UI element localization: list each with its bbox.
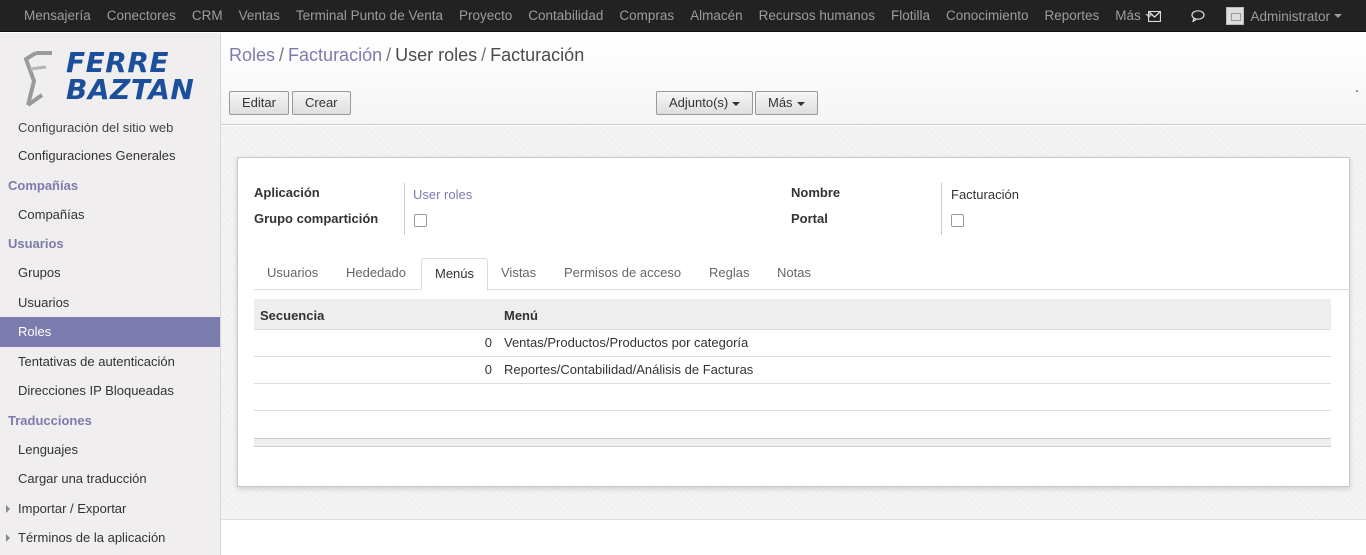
- edit-button[interactable]: Editar: [229, 91, 289, 115]
- breadcrumb-separator: /: [386, 45, 392, 65]
- share-group-checkbox[interactable]: [414, 214, 427, 227]
- menu-ventas[interactable]: Ventas: [231, 0, 288, 32]
- table-header: Secuencia Menú: [254, 299, 1331, 330]
- row-menu: Reportes/Contabilidad/Análisis de Factur…: [504, 362, 754, 377]
- more-button[interactable]: Más: [755, 91, 818, 115]
- breadcrumb: Roles / Facturación / User roles / Facturación: [229, 45, 584, 66]
- menu-pos[interactable]: Terminal Punto de Venta: [288, 0, 451, 32]
- menu-rrhh[interactable]: Recursos humanos: [751, 0, 883, 32]
- tab-reglas[interactable]: Reglas: [696, 258, 762, 290]
- table-row[interactable]: 0 Ventas/Productos/Productos por categor…: [254, 330, 1331, 357]
- tab-menus[interactable]: Menús: [421, 258, 489, 291]
- menu-mensajeria[interactable]: Mensajería: [16, 0, 99, 32]
- sidebar-item-import-export[interactable]: Importar / Exportar: [0, 494, 220, 524]
- sidebar-item-auth-attempts[interactable]: Tentativas de autenticación: [0, 347, 220, 377]
- breadcrumb-separator: /: [481, 45, 487, 65]
- share-group-label: Grupo compartición: [254, 211, 379, 226]
- application-label: Aplicación: [254, 185, 320, 200]
- logo-mark-icon: [24, 51, 52, 107]
- menu-reportes[interactable]: Reportes: [1037, 0, 1108, 32]
- attachments-label: Adjunto(s): [669, 95, 729, 110]
- tab-vistas[interactable]: Vistas: [488, 258, 549, 290]
- menu-conocimiento[interactable]: Conocimiento: [938, 0, 1037, 32]
- portal-label: Portal: [791, 211, 828, 226]
- menus-table: Secuencia Menú 0 Ventas/Productos/Produc…: [254, 299, 1331, 447]
- row-sequence: 0: [484, 362, 492, 377]
- breadcrumb-user-roles: User roles: [395, 45, 478, 65]
- sidebar-header-users[interactable]: Usuarios: [0, 229, 220, 258]
- envelope-icon[interactable]: [1132, 0, 1176, 32]
- top-navbar: Mensajería Conectores CRM Ventas Termina…: [0, 0, 1366, 32]
- table-footer: [254, 438, 1331, 447]
- column-menu[interactable]: Menú: [504, 299, 538, 332]
- chat-icon[interactable]: [1176, 0, 1220, 32]
- pager-placeholder: [1356, 90, 1358, 92]
- sidebar-item-blocked-ips[interactable]: Direcciones IP Bloqueadas: [0, 376, 220, 406]
- tab-hededado[interactable]: Hededado: [333, 258, 419, 290]
- row-menu: Ventas/Productos/Productos por categoría: [504, 335, 749, 350]
- menu-conectores[interactable]: Conectores: [99, 0, 184, 32]
- name-value: Facturación: [951, 187, 1019, 202]
- create-button[interactable]: Crear: [292, 91, 351, 115]
- breadcrumb-facturacion[interactable]: Facturación: [288, 45, 382, 65]
- menu-crm[interactable]: CRM: [184, 0, 231, 32]
- table-row[interactable]: 0 Reportes/Contabilidad/Análisis de Fact…: [254, 357, 1331, 384]
- sidebar-item-languages[interactable]: Lenguajes: [0, 435, 220, 465]
- app-menu: Mensajería Conectores CRM Ventas Termina…: [0, 0, 1161, 32]
- field-divider: [941, 183, 942, 235]
- more-label: Más: [768, 95, 793, 110]
- menu-flotilla[interactable]: Flotilla: [883, 0, 938, 32]
- application-value[interactable]: User roles: [413, 187, 472, 202]
- menu-compras[interactable]: Compras: [611, 0, 682, 32]
- sidebar-item-users[interactable]: Usuarios: [0, 288, 220, 318]
- user-name: Administrator: [1250, 8, 1330, 24]
- sidebar-item-app-terms[interactable]: Términos de la aplicación: [0, 523, 220, 553]
- chevron-down-icon: [732, 101, 741, 106]
- empty-row: [254, 384, 1331, 411]
- sidebar-item-general-settings[interactable]: Configuraciones Generales: [0, 141, 220, 171]
- sidebar-items: Configuraciones Generales Compañías Comp…: [0, 141, 220, 553]
- sidebar-item-load-translation[interactable]: Cargar una traducción: [0, 464, 220, 494]
- form-view: Aplicación User roles Grupo compartición…: [221, 126, 1366, 520]
- breadcrumb-current: Facturación: [490, 45, 585, 65]
- sidebar-item-roles[interactable]: Roles: [0, 317, 220, 347]
- breadcrumb-separator: /: [279, 45, 285, 65]
- attachments-button[interactable]: Adjunto(s): [656, 91, 754, 115]
- logo-text: FERRE BAZTAN: [66, 46, 195, 106]
- portal-checkbox[interactable]: [951, 214, 964, 227]
- menu-almacen[interactable]: Almacén: [682, 0, 751, 32]
- breadcrumb-roles[interactable]: Roles: [229, 45, 275, 65]
- sidebar-item-companies[interactable]: Compañías: [0, 200, 220, 230]
- control-panel: Roles / Facturación / User roles / Facturación…: [221, 33, 1366, 125]
- tab-notas[interactable]: Notas: [764, 258, 824, 290]
- name-label: Nombre: [791, 185, 841, 200]
- company-logo[interactable]: FERRE BAZTAN: [0, 33, 220, 123]
- sidebar-item-groups[interactable]: Grupos: [0, 258, 220, 288]
- form-sheet: Aplicación User roles Grupo compartición…: [237, 157, 1350, 487]
- chevron-down-icon: [796, 101, 805, 106]
- menu-contabilidad[interactable]: Contabilidad: [520, 0, 611, 32]
- logo-line1: FERRE: [66, 46, 170, 79]
- avatar: [1226, 7, 1245, 25]
- column-sequence[interactable]: Secuencia: [260, 299, 324, 332]
- logo-line2: BAZTAN: [66, 73, 195, 106]
- menu-proyecto[interactable]: Proyecto: [451, 0, 520, 32]
- row-sequence: 0: [484, 335, 492, 350]
- field-divider: [404, 183, 405, 235]
- chevron-down-icon: [1334, 14, 1342, 18]
- tab-usuarios[interactable]: Usuarios: [254, 258, 331, 290]
- notebook-tabs: Usuarios Hededado Menús Vistas Permisos …: [254, 258, 1350, 291]
- systray: Administrator: [1132, 0, 1366, 32]
- user-menu[interactable]: Administrator: [1220, 0, 1366, 32]
- sidebar-header-translations[interactable]: Traducciones: [0, 406, 220, 435]
- sidebar-header-companies[interactable]: Compañías: [0, 171, 220, 200]
- tab-permisos[interactable]: Permisos de acceso: [551, 258, 694, 290]
- sidebar: FERRE BAZTAN Configuración del sitio web…: [0, 33, 221, 555]
